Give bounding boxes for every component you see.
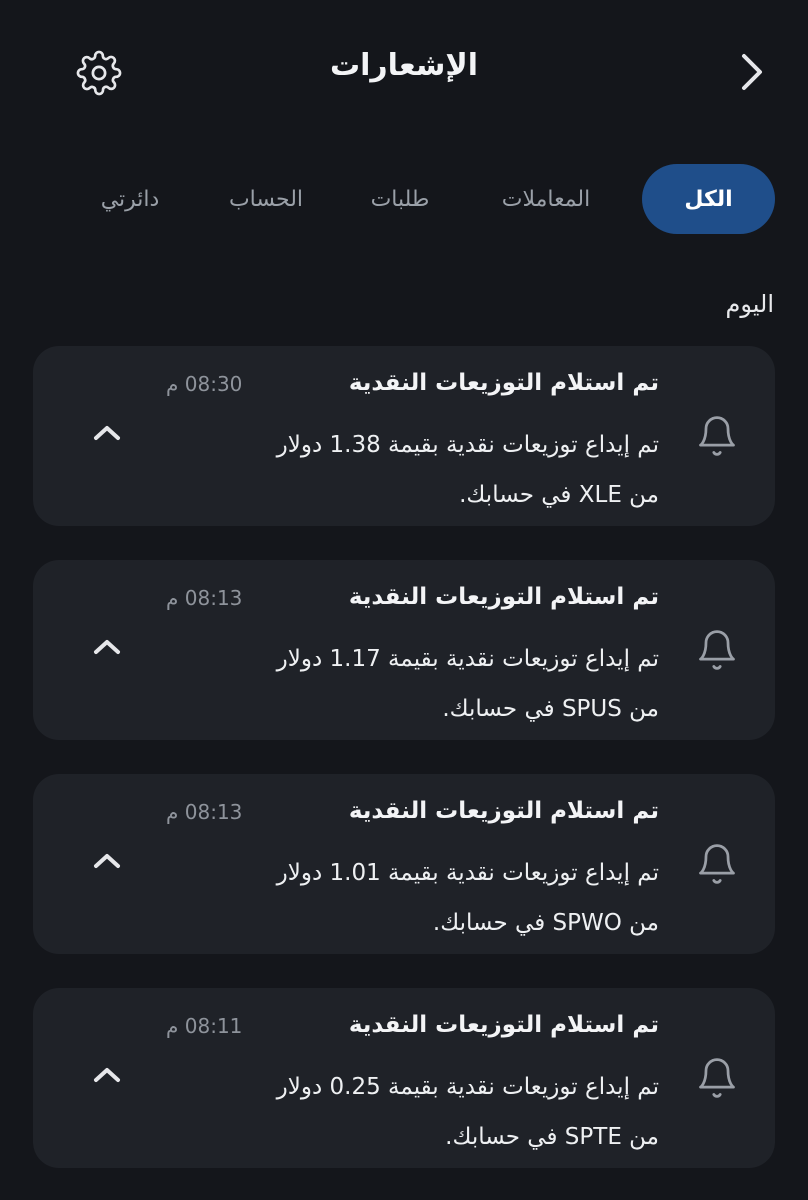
bell-icon	[699, 416, 735, 456]
notification-body-line: تم إيداع توزيعات نقدية بقيمة 1.38 دولار	[276, 432, 659, 458]
notification-body: تم إيداع توزيعات نقدية بقيمة 0.25 دولار …	[159, 1062, 659, 1162]
tab-transactions[interactable]: المعاملات	[478, 164, 614, 234]
notification-body-line: من SPTE في حسابك.	[445, 1124, 659, 1150]
bell-icon	[699, 844, 735, 884]
notification-body: تم إيداع توزيعات نقدية بقيمة 1.17 دولار …	[159, 634, 659, 734]
notification-body: تم إيداع توزيعات نقدية بقيمة 1.38 دولار …	[159, 420, 659, 520]
notification-body-line: من XLE في حسابك.	[459, 482, 659, 508]
tab-account[interactable]: الحساب	[208, 164, 324, 234]
notification-card[interactable]: تم استلام التوزيعات النقدية 08:13 م تم إ…	[33, 560, 775, 740]
header: الإشعارات	[0, 0, 808, 145]
notification-body-line: من SPWO في حسابك.	[432, 910, 659, 936]
notification-time: 08:11 م	[166, 1014, 243, 1038]
notification-body-line: تم إيداع توزيعات نقدية بقيمة 1.17 دولار	[276, 646, 659, 672]
notification-card[interactable]: تم استلام التوزيعات النقدية 08:13 م تم إ…	[33, 774, 775, 954]
back-button[interactable]	[724, 46, 776, 98]
notification-title: تم استلام التوزيعات النقدية	[348, 370, 659, 396]
notification-body-line: تم إيداع توزيعات نقدية بقيمة 0.25 دولار	[276, 1074, 659, 1100]
tab-my-circle[interactable]: دائرتي	[84, 164, 176, 234]
notification-time: 08:13 م	[166, 586, 243, 610]
filter-tabs: الكل المعاملات طلبات الحساب دائرتي	[0, 164, 808, 234]
chevron-up-icon[interactable]	[89, 418, 125, 448]
tab-all[interactable]: الكل	[642, 164, 775, 234]
bell-icon	[699, 630, 735, 670]
chevron-up-icon[interactable]	[89, 1060, 125, 1090]
notification-card[interactable]: تم استلام التوزيعات النقدية 08:11 م تم إ…	[33, 988, 775, 1168]
chevron-up-icon[interactable]	[89, 632, 125, 662]
notification-title: تم استلام التوزيعات النقدية	[348, 798, 659, 824]
notification-title: تم استلام التوزيعات النقدية	[348, 1012, 659, 1038]
notification-time: 08:13 م	[166, 800, 243, 824]
notification-title: تم استلام التوزيعات النقدية	[348, 584, 659, 610]
notification-card[interactable]: تم استلام التوزيعات النقدية 08:30 م تم إ…	[33, 346, 775, 526]
section-label-today: اليوم	[725, 290, 774, 318]
tab-orders[interactable]: طلبات	[352, 164, 448, 234]
notification-body: تم إيداع توزيعات نقدية بقيمة 1.01 دولار …	[159, 848, 659, 948]
chevron-right-icon	[742, 54, 762, 90]
notification-time: 08:30 م	[166, 372, 243, 396]
bell-icon	[699, 1058, 735, 1098]
notification-body-line: تم إيداع توزيعات نقدية بقيمة 1.01 دولار	[276, 860, 659, 886]
chevron-up-icon[interactable]	[89, 846, 125, 876]
page-title: الإشعارات	[329, 48, 479, 83]
notification-body-line: من SPUS في حسابك.	[442, 696, 659, 722]
